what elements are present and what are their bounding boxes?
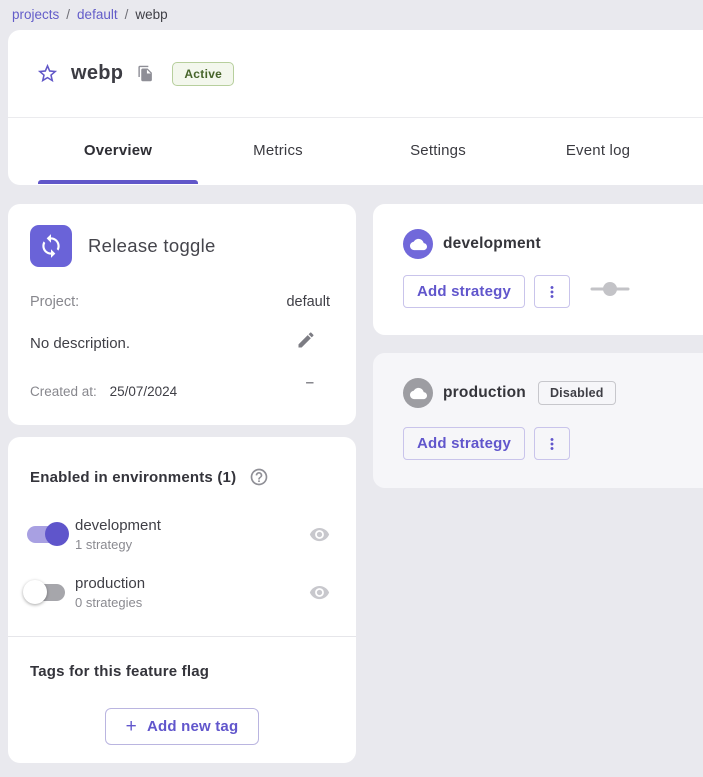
- tags-heading: Tags for this feature flag: [30, 663, 209, 680]
- feature-type-header: Release toggle: [30, 225, 216, 267]
- production-environment-panel: production Disabled Add strategy: [373, 353, 703, 488]
- breadcrumb-current: webp: [135, 7, 167, 22]
- environments-heading-row: Enabled in environments (1): [30, 467, 269, 487]
- environment-panel-name: development: [443, 235, 541, 253]
- feature-flag-overview-page: projects / default / webp webp Active Ov…: [0, 0, 703, 777]
- kebab-menu-icon[interactable]: [534, 275, 570, 308]
- empty-value-dash: –: [306, 374, 314, 391]
- description-text: No description.: [30, 335, 130, 352]
- environment-row-development: development 1 strategy: [24, 511, 330, 557]
- cloud-icon: [403, 229, 433, 259]
- strategy-count: 0 strategies: [75, 595, 145, 610]
- add-new-tag-button[interactable]: + Add new tag: [105, 708, 259, 745]
- plus-icon: +: [126, 717, 137, 736]
- created-at-row: Created at: 25/07/2024: [30, 384, 177, 399]
- tab-settings[interactable]: Settings: [358, 118, 518, 184]
- active-tab-indicator: [38, 180, 198, 184]
- panel-header: production Disabled: [403, 378, 616, 408]
- tab-bar: Overview Metrics Settings Event log: [38, 118, 678, 184]
- visibility-icon[interactable]: [309, 582, 330, 603]
- add-new-tag-label: Add new tag: [147, 718, 238, 735]
- panel-actions: Add strategy: [403, 275, 630, 308]
- environment-row-production: production 0 strategies: [24, 569, 330, 615]
- breadcrumb-separator: /: [125, 7, 129, 22]
- kebab-menu-icon[interactable]: [534, 427, 570, 460]
- breadcrumb-separator: /: [66, 7, 70, 22]
- page-title: webp: [71, 62, 123, 85]
- copy-name-icon[interactable]: [137, 65, 155, 83]
- card-divider: [8, 636, 356, 637]
- release-toggle-icon: [30, 225, 72, 267]
- pencil-icon[interactable]: [296, 330, 316, 350]
- status-badge: Active: [172, 62, 234, 86]
- add-strategy-button[interactable]: Add strategy: [403, 427, 525, 460]
- created-at-value: 25/07/2024: [110, 384, 178, 399]
- cloud-icon: [403, 378, 433, 408]
- development-toggle[interactable]: [24, 522, 68, 546]
- breadcrumb-projects-link[interactable]: projects: [12, 7, 59, 22]
- environments-card: Enabled in environments (1) development …: [8, 437, 356, 763]
- visibility-icon[interactable]: [309, 524, 330, 545]
- disabled-badge: Disabled: [538, 381, 616, 405]
- feature-type-label: Release toggle: [88, 235, 216, 257]
- environment-name: production: [75, 575, 145, 592]
- development-environment-panel: development Add strategy: [373, 204, 703, 335]
- created-at-label: Created at:: [30, 384, 97, 399]
- favorite-star-icon[interactable]: [35, 62, 59, 86]
- tab-event-log[interactable]: Event log: [518, 118, 678, 184]
- environment-name: development: [75, 517, 161, 534]
- breadcrumb: projects / default / webp: [0, 0, 703, 28]
- project-label: Project:: [30, 294, 79, 310]
- tab-metrics[interactable]: Metrics: [198, 118, 358, 184]
- project-row: Project: default: [30, 294, 330, 310]
- feature-header-card: webp Active Overview Metrics Settings Ev…: [8, 30, 703, 185]
- strategy-count: 1 strategy: [75, 537, 161, 552]
- environments-heading: Enabled in environments (1): [30, 469, 236, 486]
- feature-details-card: Release toggle Project: default No descr…: [8, 204, 356, 425]
- panel-header: development: [403, 229, 541, 259]
- environment-panel-name: production: [443, 384, 526, 402]
- project-value[interactable]: default: [286, 294, 330, 310]
- breadcrumb-default-link[interactable]: default: [77, 7, 118, 22]
- sdk-connection-icon: [590, 280, 630, 303]
- help-icon[interactable]: [249, 467, 269, 487]
- production-toggle[interactable]: [24, 580, 68, 604]
- panel-actions: Add strategy: [403, 427, 570, 460]
- tab-overview[interactable]: Overview: [38, 118, 198, 184]
- feature-title-row: webp Active: [8, 30, 703, 117]
- add-strategy-button[interactable]: Add strategy: [403, 275, 525, 308]
